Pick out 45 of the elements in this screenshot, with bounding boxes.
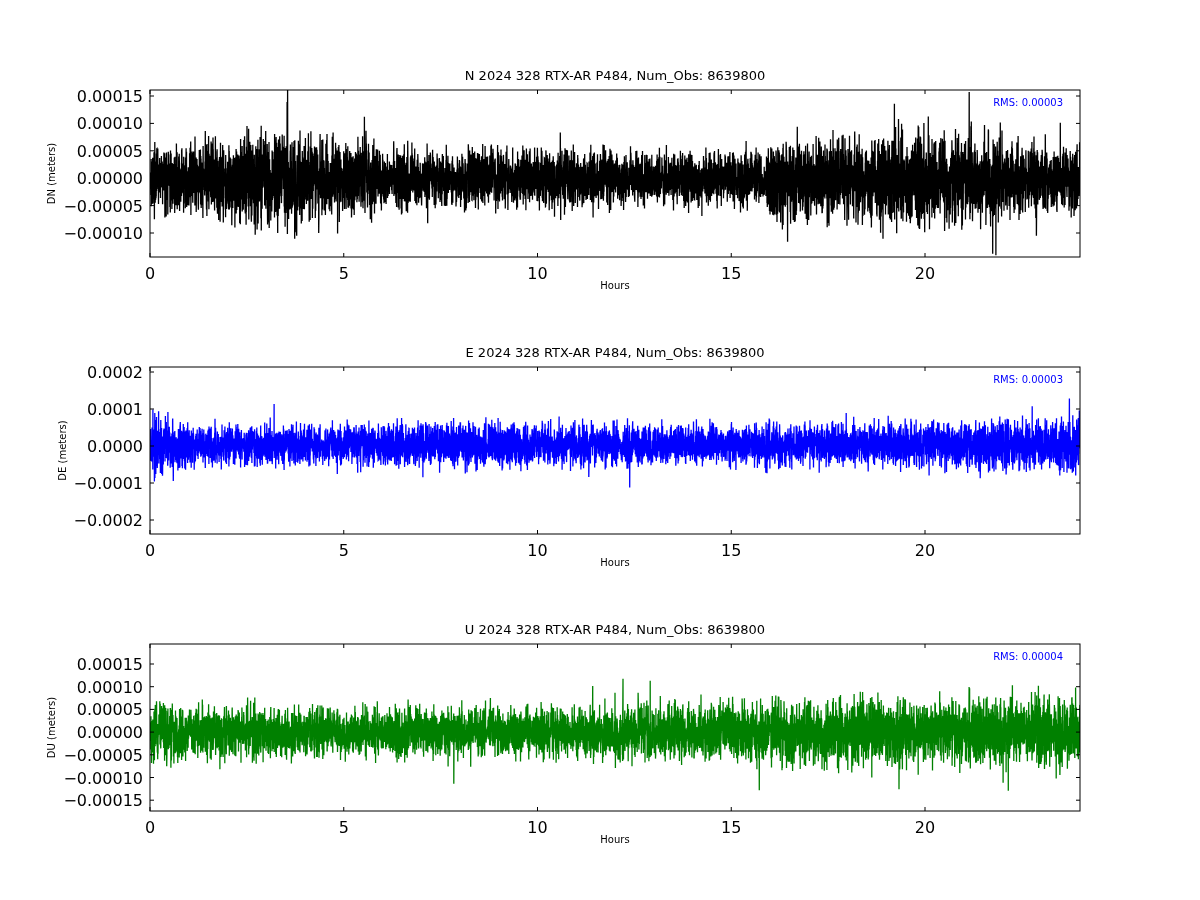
tick-label: −0.00010 xyxy=(63,768,143,788)
tick-label: 20 xyxy=(914,264,936,283)
tick-label: 0.00010 xyxy=(76,677,143,697)
tick-label: −0.00005 xyxy=(63,196,143,216)
tick-label: 0.00000 xyxy=(76,169,143,189)
tick-label: 5 xyxy=(338,541,349,560)
tick-label: 20 xyxy=(914,541,936,560)
tick-label: 5 xyxy=(338,818,349,837)
chart-title: E 2024 328 RTX-AR P484, Num_Obs: 8639800 xyxy=(465,345,765,360)
axis-label: DE (meters) xyxy=(56,420,68,481)
tick-label: −0.0001 xyxy=(73,474,143,493)
chart-title: U 2024 328 RTX-AR P484, Num_Obs: 8639800 xyxy=(464,622,766,637)
tick-label: 0 xyxy=(144,264,156,283)
tick-label: −0.00010 xyxy=(63,224,143,243)
chart-title: N 2024 328 RTX-AR P484, Num_Obs: 8639800 xyxy=(464,68,766,83)
tick-label: 0.00005 xyxy=(76,141,143,161)
axis-label: Hours xyxy=(600,834,630,844)
axis-label: Hours xyxy=(600,557,630,567)
axis-label: DU (meters) xyxy=(46,696,58,759)
tick-label: 0 xyxy=(144,818,156,837)
tick-label: 0.0000 xyxy=(87,437,143,456)
tick-label: 0.00000 xyxy=(76,723,143,743)
tick-label: 0.00010 xyxy=(76,114,143,134)
tick-label: 10 xyxy=(527,541,548,560)
tick-label: −0.00015 xyxy=(63,791,143,811)
tick-label: 15 xyxy=(721,541,742,560)
tick-label: 0.00015 xyxy=(76,87,143,106)
rms-label: RMS: 0.00004 xyxy=(993,651,1063,662)
tick-label: 0 xyxy=(144,541,156,560)
rms-label: RMS: 0.00003 xyxy=(993,374,1063,385)
tick-label: −0.00005 xyxy=(63,745,143,765)
tick-label: 15 xyxy=(721,818,742,837)
tick-label: 0.0002 xyxy=(87,363,143,382)
tick-label: 15 xyxy=(721,264,742,283)
tick-label: 0.00015 xyxy=(76,655,143,674)
axis-label: Hours xyxy=(600,280,630,290)
tick-label: −0.0002 xyxy=(73,511,143,530)
tick-label: 10 xyxy=(527,264,548,283)
tick-label: 0.0001 xyxy=(87,400,143,419)
rms-label: RMS: 0.00003 xyxy=(993,97,1063,108)
tick-label: 10 xyxy=(527,818,548,837)
tick-label: 20 xyxy=(914,818,936,837)
tick-label: 0.00005 xyxy=(76,700,143,720)
axis-label: DN (meters) xyxy=(46,142,58,205)
tick-label: 5 xyxy=(338,264,349,283)
